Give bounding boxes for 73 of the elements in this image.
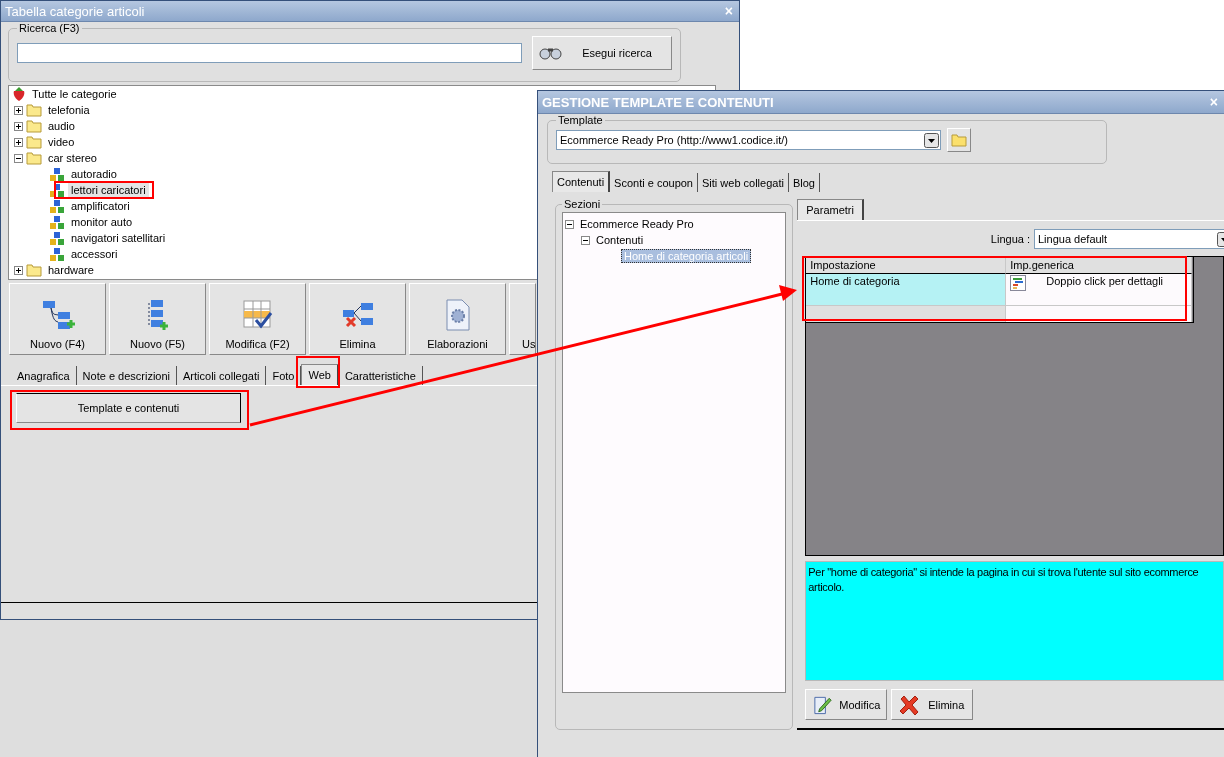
binoculars-icon bbox=[539, 46, 563, 60]
folder-icon bbox=[26, 151, 42, 165]
tab[interactable]: Blog bbox=[788, 173, 820, 192]
search-field[interactable] bbox=[17, 43, 522, 63]
expand-icon[interactable] bbox=[14, 137, 23, 147]
template-select[interactable]: Ecommerce Ready Pro (http://www1.codice.it/) bbox=[556, 130, 941, 150]
toolbar-button[interactable]: Us bbox=[509, 283, 536, 355]
window-title: GESTIONE TEMPLATE E CONTENUTI bbox=[542, 94, 774, 110]
tree-item[interactable]: lettori caricatori bbox=[68, 183, 149, 197]
cubes-icon bbox=[49, 166, 65, 182]
tree-item[interactable]: accessori bbox=[68, 247, 121, 261]
tree-add-icon bbox=[40, 298, 75, 332]
group-label: Template bbox=[557, 114, 604, 126]
expand-icon[interactable] bbox=[14, 121, 23, 131]
list-icon bbox=[1010, 275, 1027, 291]
folder-icon bbox=[26, 119, 42, 133]
highlight-frame bbox=[296, 356, 340, 388]
tab[interactable]: Note e descrizioni bbox=[76, 366, 178, 385]
edit-button[interactable]: Modifica bbox=[805, 689, 888, 720]
cubes-icon bbox=[49, 198, 65, 214]
tab[interactable]: Contenuti bbox=[552, 171, 611, 192]
tree-item[interactable]: Ecommerce Ready Pro bbox=[577, 217, 697, 231]
tree-item[interactable]: autoradio bbox=[68, 167, 120, 181]
tree-item[interactable]: video bbox=[45, 135, 78, 149]
toolbar-button[interactable]: Nuovo (F5) bbox=[109, 283, 206, 355]
cubes-icon bbox=[49, 230, 65, 246]
expand-icon[interactable] bbox=[14, 105, 23, 115]
cubes-icon bbox=[49, 182, 65, 198]
strawberry-icon bbox=[12, 86, 26, 102]
folder-icon bbox=[26, 135, 42, 149]
group-label: Ricerca (F3) bbox=[18, 22, 81, 34]
cubes-icon bbox=[49, 214, 65, 230]
window-title: Tabella categorie articoli bbox=[5, 3, 145, 19]
folder-icon bbox=[951, 133, 967, 147]
tab[interactable]: Anagrafica bbox=[11, 366, 77, 385]
tree-item[interactable]: audio bbox=[45, 119, 78, 133]
description-text: Per "home di categoria" si intende la pagina in cui si trova l'utente sul sito ecommerce articolo. bbox=[805, 561, 1224, 681]
tree-item[interactable]: car stereo bbox=[45, 151, 100, 165]
language-select[interactable]: Lingua default bbox=[1034, 229, 1224, 249]
toolbar-button[interactable]: Modifica (F2) bbox=[209, 283, 306, 355]
table-cell[interactable]: Home di categoria bbox=[806, 274, 1007, 306]
toolbar-button[interactable]: Elimina bbox=[309, 283, 406, 355]
tab[interactable]: Articoli collegati bbox=[177, 366, 267, 385]
tab[interactable]: Caratteristiche bbox=[338, 366, 423, 385]
folder-button[interactable] bbox=[947, 128, 971, 152]
collapse-icon[interactable] bbox=[14, 153, 23, 163]
template-button[interactable]: Template e contenuti bbox=[16, 393, 241, 423]
collapse-icon[interactable] bbox=[581, 235, 590, 245]
language-label: Lingua : bbox=[990, 233, 1030, 245]
tree-item[interactable]: monitor auto bbox=[68, 215, 136, 229]
tab[interactable]: Web bbox=[301, 364, 339, 385]
expand-icon[interactable] bbox=[14, 265, 23, 275]
tree-item[interactable]: telefonia bbox=[45, 103, 93, 117]
tree-item[interactable]: Contenuti bbox=[593, 233, 647, 247]
delete-button[interactable]: Elimina bbox=[891, 689, 974, 720]
tab[interactable]: Sconti e coupon bbox=[610, 173, 698, 192]
folder-icon bbox=[26, 263, 42, 277]
tree-item[interactable]: Tutte le categorie bbox=[29, 87, 120, 101]
group-label: Sezioni bbox=[563, 198, 602, 210]
toolbar-button[interactable]: Elaborazioni bbox=[409, 283, 506, 355]
tree-item[interactable]: amplificatori bbox=[68, 199, 133, 213]
table-cell[interactable]: Doppio click per dettagli bbox=[1006, 274, 1193, 306]
tree-item[interactable]: hardware bbox=[45, 263, 97, 277]
folder-icon bbox=[26, 103, 42, 117]
search-button[interactable]: Esegui ricerca bbox=[532, 36, 672, 70]
cubes-icon bbox=[49, 246, 65, 262]
toolbar-button[interactable]: Nuovo (F4) bbox=[9, 283, 106, 355]
tree-item[interactable]: navigatori satellitari bbox=[68, 231, 169, 245]
dropdown-icon[interactable] bbox=[924, 132, 939, 148]
tab[interactable]: Parametri bbox=[797, 199, 864, 220]
tab[interactable]: Siti web collegati bbox=[698, 173, 789, 192]
cross-icon bbox=[898, 693, 921, 716]
collapse-icon[interactable] bbox=[565, 219, 574, 229]
